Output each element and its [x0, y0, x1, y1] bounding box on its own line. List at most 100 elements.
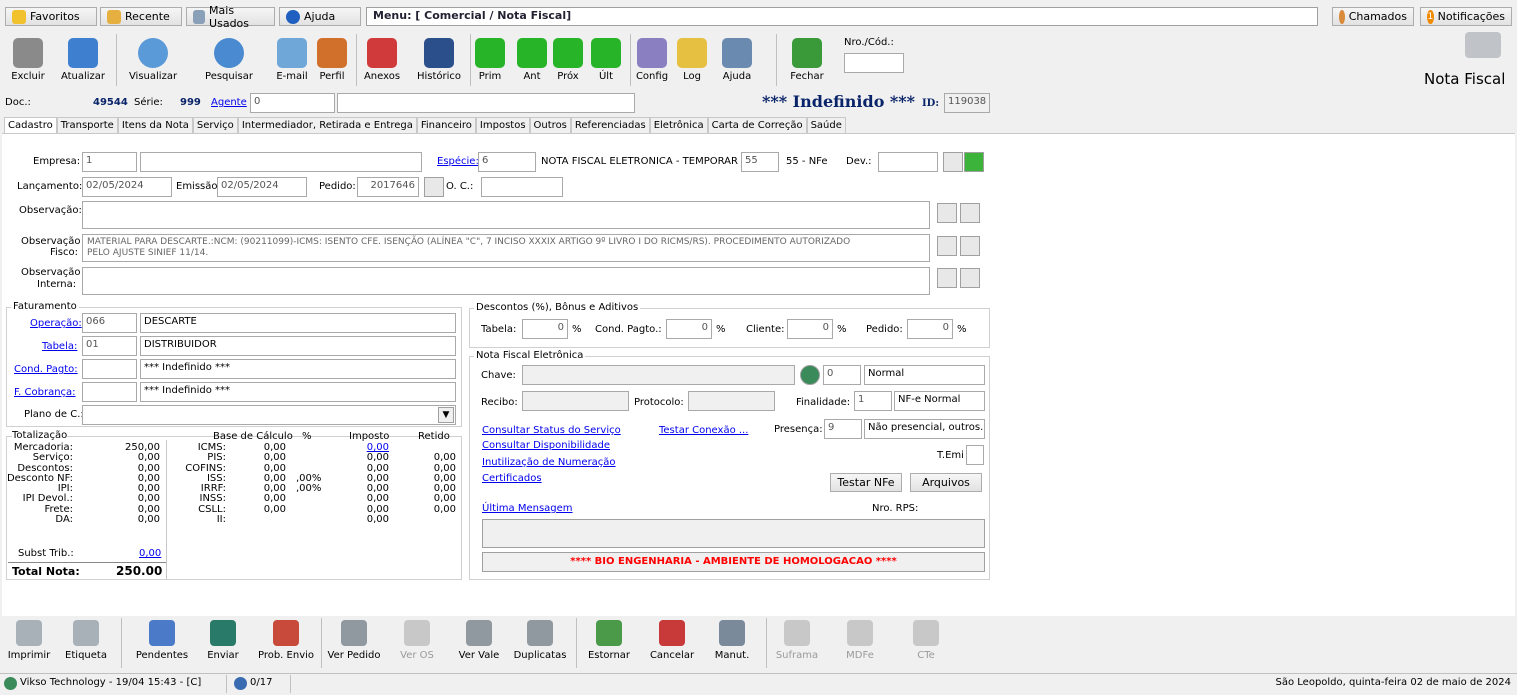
- obs-search-icon[interactable]: [937, 203, 957, 223]
- presenca-input[interactable]: 9: [824, 419, 862, 439]
- finalidade-desc-input[interactable]: NF-e Normal: [894, 391, 985, 411]
- tab-outros[interactable]: Outros: [529, 117, 571, 133]
- tab-cadastro[interactable]: Cadastro: [4, 117, 57, 133]
- mdfe-button[interactable]: MDFe: [831, 620, 889, 661]
- ant-button[interactable]: Ant: [512, 38, 552, 82]
- especie-link[interactable]: Espécie:: [437, 156, 479, 167]
- config-button[interactable]: Config: [632, 38, 672, 82]
- finalidade-input[interactable]: 1: [854, 391, 892, 411]
- manut-button[interactable]: Manut.: [703, 620, 761, 661]
- obs-interna-search-icon[interactable]: [937, 268, 957, 288]
- desc-cond-input[interactable]: 0: [666, 319, 712, 339]
- consultar-disponibilidade-link[interactable]: Consultar Disponibilidade: [482, 440, 610, 451]
- ult-button[interactable]: Últ: [586, 38, 626, 82]
- mais-usados-button[interactable]: Mais Usados: [186, 4, 275, 30]
- emissao-input[interactable]: 02/05/2024: [217, 177, 307, 197]
- agente-name-input[interactable]: [337, 93, 635, 113]
- cond-pagto-desc-input[interactable]: *** Indefinido ***: [140, 359, 456, 379]
- empresa-name-input[interactable]: [140, 152, 422, 172]
- temi-input[interactable]: [966, 445, 984, 465]
- nro-cod-input[interactable]: [844, 53, 904, 73]
- tabela-desc-input[interactable]: DISTRIBUIDOR: [140, 336, 456, 356]
- cte-button[interactable]: CTe: [897, 620, 955, 661]
- ajuda-button[interactable]: Ajuda: [712, 38, 762, 82]
- inutilizacao-link[interactable]: Inutilização de Numeração: [482, 457, 616, 468]
- perfil-button[interactable]: Perfil: [312, 38, 352, 82]
- cobranca-link[interactable]: F. Cobrança:: [14, 387, 76, 398]
- empresa-code-input[interactable]: 1: [82, 152, 137, 172]
- presenca-desc-input[interactable]: Não presencial, outros.: [864, 419, 985, 439]
- tabela-link[interactable]: Tabela:: [42, 341, 77, 352]
- operacao-link[interactable]: Operação:: [30, 318, 82, 329]
- prox-button[interactable]: Próx: [548, 38, 588, 82]
- certificados-link[interactable]: Certificados: [482, 473, 542, 484]
- duplicatas-button[interactable]: Duplicatas: [511, 620, 569, 661]
- obs-fisco-search-icon[interactable]: [937, 236, 957, 256]
- fechar-button[interactable]: Fechar: [782, 38, 832, 82]
- tab-intermediador[interactable]: Intermediador, Retirada e Entrega: [237, 117, 417, 133]
- chave-desc-input[interactable]: Normal: [864, 365, 985, 385]
- tab-eletronica[interactable]: Eletrônica: [649, 117, 708, 133]
- log-button[interactable]: Log: [672, 38, 712, 82]
- cobranca-code-input[interactable]: [82, 382, 137, 402]
- agente-link[interactable]: Agente: [211, 97, 247, 108]
- tab-servico[interactable]: Serviço: [192, 117, 238, 133]
- chamados-button[interactable]: Chamados: [1332, 7, 1414, 26]
- estornar-button[interactable]: Estornar: [580, 620, 638, 661]
- modelo-input[interactable]: 55: [741, 152, 779, 172]
- ver-vale-button[interactable]: Ver Vale: [450, 620, 508, 661]
- cond-pagto-code-input[interactable]: [82, 359, 137, 379]
- testar-conexao-link[interactable]: Testar Conexão ...: [659, 425, 748, 436]
- email-button[interactable]: E-mail: [270, 38, 314, 82]
- prim-button[interactable]: Prim: [470, 38, 510, 82]
- visualizar-button[interactable]: Visualizar: [122, 38, 184, 82]
- excluir-button[interactable]: Excluir: [5, 38, 51, 82]
- lancamento-input[interactable]: 02/05/2024: [82, 177, 172, 197]
- icms-imposto-link[interactable]: 0,00: [340, 442, 389, 454]
- tabela-code-input[interactable]: 01: [82, 336, 137, 356]
- pendentes-button[interactable]: Pendentes: [133, 620, 191, 661]
- desc-cliente-input[interactable]: 0: [787, 319, 833, 339]
- dev-input[interactable]: [878, 152, 938, 172]
- desc-pedido-input[interactable]: 0: [907, 319, 953, 339]
- especie-code-input[interactable]: 6: [478, 152, 536, 172]
- ver-os-button[interactable]: Ver OS: [388, 620, 446, 661]
- consultar-status-link[interactable]: Consultar Status do Serviço: [482, 425, 621, 436]
- cancelar-button[interactable]: Cancelar: [643, 620, 701, 661]
- tab-saude[interactable]: Saúde: [806, 117, 846, 133]
- suframa-button[interactable]: Suframa: [768, 620, 826, 661]
- dev-search-icon[interactable]: [943, 152, 963, 172]
- operacao-desc-input[interactable]: DESCARTE: [140, 313, 456, 333]
- obs-fisco-textarea[interactable]: MATERIAL PARA DESCARTE.:NCM: (90211099)-…: [82, 234, 930, 262]
- testar-nfe-button[interactable]: Testar NFe: [830, 473, 902, 492]
- anexos-button[interactable]: Anexos: [360, 38, 404, 82]
- pedido-search-icon[interactable]: [424, 177, 444, 197]
- obs-fisco-edit-icon[interactable]: [960, 236, 980, 256]
- observacao-textarea[interactable]: [82, 201, 930, 229]
- favoritos-button[interactable]: Favoritos: [5, 7, 97, 26]
- enviar-button[interactable]: Enviar: [194, 620, 252, 661]
- arquivos-button[interactable]: Arquivos: [910, 473, 982, 492]
- pedido-input[interactable]: 2017646: [357, 177, 419, 197]
- subst-value-link[interactable]: 0,00: [139, 548, 161, 559]
- cobranca-desc-input[interactable]: *** Indefinido ***: [140, 382, 456, 402]
- notificacoes-button[interactable]: 1 Notificações: [1420, 7, 1512, 26]
- ajuda-top-button[interactable]: Ajuda: [279, 7, 361, 26]
- add-icon[interactable]: [964, 152, 984, 172]
- recente-button[interactable]: Recente: [100, 7, 182, 26]
- obs-interna-edit-icon[interactable]: [960, 268, 980, 288]
- obs-edit-icon[interactable]: [960, 203, 980, 223]
- operacao-code-input[interactable]: 066: [82, 313, 137, 333]
- etiqueta-button[interactable]: Etiqueta: [57, 620, 115, 661]
- oc-input[interactable]: [481, 177, 563, 197]
- chave-num-input[interactable]: 0: [823, 365, 861, 385]
- prob-envio-button[interactable]: Prob. Envio: [255, 620, 317, 661]
- chevron-down-icon[interactable]: ▼: [438, 407, 454, 423]
- ver-pedido-button[interactable]: Ver Pedido: [325, 620, 383, 661]
- tab-transporte[interactable]: Transporte: [56, 117, 118, 133]
- plano-select[interactable]: [82, 405, 456, 425]
- desc-tabela-input[interactable]: 0: [522, 319, 568, 339]
- ultima-mensagem-link[interactable]: Última Mensagem: [482, 503, 573, 514]
- cond-pagto-link[interactable]: Cond. Pagto:: [14, 364, 78, 375]
- historico-button[interactable]: Histórico: [414, 38, 464, 82]
